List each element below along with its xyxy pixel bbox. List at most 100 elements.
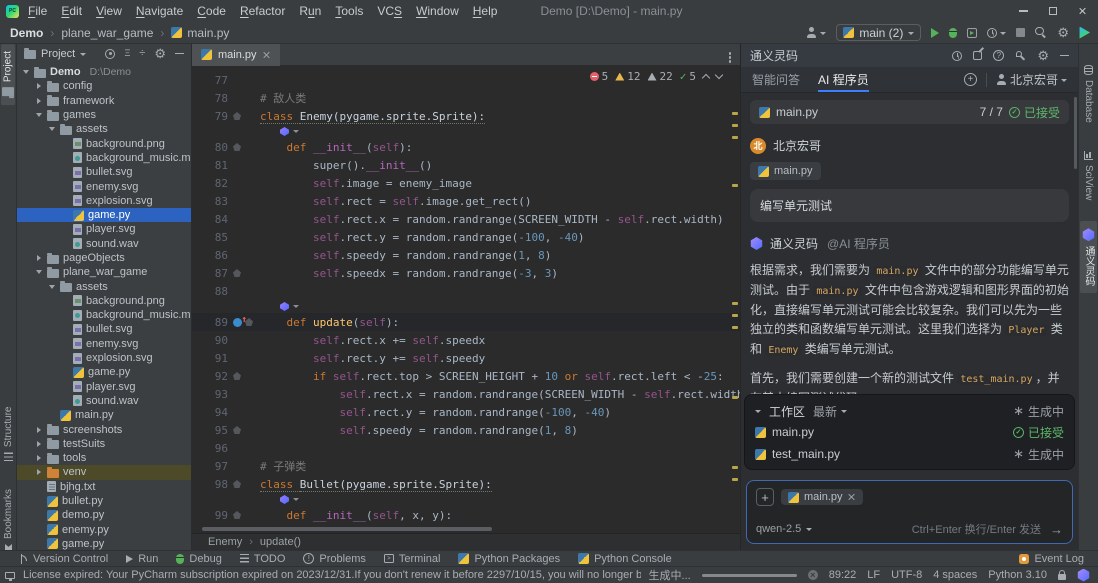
tree-item-bullet-py[interactable]: bullet.py	[17, 494, 191, 508]
stripe-tab-database[interactable]: Database	[1082, 58, 1095, 130]
help-button[interactable]	[993, 50, 1004, 61]
tongyi-status-icon[interactable]	[1077, 569, 1090, 582]
inspections-widget[interactable]: 5 12 22 5	[590, 70, 722, 83]
tree-item-assets[interactable]: assets	[17, 279, 191, 293]
code-line-79[interactable]: 79class Enemy(pygame.sprite.Sprite):	[192, 107, 740, 125]
workspace-file-main-py[interactable]: main.py已接受	[755, 421, 1064, 443]
debug-button[interactable]	[949, 28, 957, 38]
tree-item-testsuits[interactable]: testSuits	[17, 437, 191, 451]
menu-item-navigate[interactable]: Navigate	[129, 4, 190, 18]
fold-marker-icon[interactable]	[233, 511, 241, 519]
chevron-right-icon[interactable]	[34, 427, 43, 433]
encoding[interactable]: UTF-8	[891, 569, 922, 581]
toolwindow-terminal[interactable]: Terminal	[375, 553, 450, 565]
locate-file-button[interactable]	[105, 49, 115, 59]
editor-breadcrumb-item[interactable]: Enemy	[208, 536, 242, 548]
tree-item-sound-wav[interactable]: sound.wav	[17, 394, 191, 408]
menu-item-run[interactable]: Run	[292, 4, 328, 18]
code-line-83[interactable]: 83 self.rect = self.image.get_rect()	[192, 192, 740, 210]
chevron-down-icon[interactable]	[34, 113, 43, 117]
caret-position[interactable]: 89:22	[829, 569, 857, 581]
tab--[interactable]: 智能问答	[752, 67, 800, 92]
code-line-97[interactable]: 97# 子弹类	[192, 457, 740, 475]
chevron-down-icon[interactable]	[34, 270, 43, 274]
prev-problem-button[interactable]	[702, 74, 710, 82]
license-message[interactable]: License expired: Your PyCharm subscripti…	[23, 569, 641, 581]
ai-codelens[interactable]	[192, 493, 740, 506]
fold-marker-icon[interactable]	[233, 426, 241, 434]
chevron-down-icon[interactable]	[47, 285, 56, 289]
code-line-86[interactable]: 86 self.speedy = random.randrange(1, 8)	[192, 246, 740, 264]
run-config-select[interactable]: main (2)	[836, 24, 921, 41]
tongyi-toolbar-button[interactable]	[1079, 27, 1090, 39]
breadcrumb-item-plane-war-game[interactable]: plane_war_game	[61, 26, 153, 40]
tree-item-bjhg-txt[interactable]: bjhg.txt	[17, 480, 191, 494]
code-line-88[interactable]: 88	[192, 282, 740, 300]
code-line-98[interactable]: 98class Bullet(pygame.sprite.Sprite):	[192, 475, 740, 493]
ai-codelens[interactable]	[192, 300, 740, 313]
model-select[interactable]: qwen-2.5	[756, 523, 812, 535]
code-line-85[interactable]: 85 self.rect.y = random.randrange(-100, …	[192, 228, 740, 246]
stripe-tab--[interactable]: 通义灵码	[1080, 221, 1097, 293]
code-line-84[interactable]: 84 self.rect.x = random.randrange(SCREEN…	[192, 210, 740, 228]
tree-item-enemy-svg[interactable]: enemy.svg	[17, 337, 191, 351]
tree-item-games[interactable]: games	[17, 108, 191, 122]
tree-item-background-music-mp3[interactable]: background_music.mp3	[17, 308, 191, 322]
code-line-93[interactable]: 93 self.rect.x = random.randrange(SCREEN…	[192, 385, 740, 403]
fold-marker-icon[interactable]	[233, 143, 241, 151]
toolwindow-version-control[interactable]: Version Control	[10, 553, 117, 565]
chat-input[interactable]: + main.py qwen-2.5 Ctrl+Enter 换行/Enter 发…	[746, 480, 1073, 544]
tree-item-background-music-mp3[interactable]: background_music.mp3	[17, 151, 191, 165]
code-line-95[interactable]: 95 self.speedy = random.randrange(1, 8)	[192, 421, 740, 439]
menu-item-file[interactable]: File	[21, 4, 54, 18]
tree-item-config[interactable]: config	[17, 79, 191, 93]
menu-item-vcs[interactable]: VCS	[370, 4, 409, 18]
vertical-scrollbar[interactable]	[1074, 97, 1077, 169]
tree-item-player-svg[interactable]: player.svg	[17, 222, 191, 236]
tree-item-demo[interactable]: DemoD:\Demo	[17, 65, 191, 79]
tree-item-background-png[interactable]: background.png	[17, 294, 191, 308]
workspace-filter[interactable]: 最新	[813, 403, 847, 420]
tree-item-venv[interactable]: venv	[17, 465, 191, 479]
tree-item-pageobjects[interactable]: pageObjects	[17, 251, 191, 265]
profiler-button[interactable]	[987, 28, 1006, 38]
cancel-task-button[interactable]	[808, 570, 818, 580]
event-log-button[interactable]: Event Log	[1019, 553, 1088, 565]
project-panel-title[interactable]: Project	[41, 48, 75, 60]
close-button[interactable]	[1068, 0, 1098, 22]
menu-item-refactor[interactable]: Refactor	[233, 4, 292, 18]
tree-item-game-py[interactable]: game.py	[17, 537, 191, 550]
tree-item-framework[interactable]: framework	[17, 94, 191, 108]
horizontal-scrollbar[interactable]	[202, 527, 492, 531]
tree-item-plane-war-game[interactable]: plane_war_game	[17, 265, 191, 279]
breadcrumb-item-main-py[interactable]: main.py	[171, 26, 229, 40]
chat-area[interactable]: main.py7 / 7已接受北北京宏哥main.py编写单元测试通义灵码@AI…	[741, 93, 1078, 408]
menu-item-tools[interactable]: Tools	[328, 4, 370, 18]
chevron-right-icon[interactable]	[34, 469, 43, 475]
history-button[interactable]	[952, 51, 962, 61]
tree-item-bullet-svg[interactable]: bullet.svg	[17, 322, 191, 336]
code-editor[interactable]: 7778# 敌人类79class Enemy(pygame.sprite.Spr…	[192, 66, 740, 533]
chevron-down-icon[interactable]	[47, 127, 56, 131]
chevron-down-icon[interactable]	[21, 70, 30, 74]
coverage-button[interactable]	[967, 28, 977, 38]
fold-marker-icon[interactable]	[233, 269, 241, 277]
menu-item-help[interactable]: Help	[466, 4, 505, 18]
stop-button[interactable]	[1016, 28, 1025, 37]
chevron-down-icon[interactable]	[80, 53, 86, 56]
line-ending[interactable]: LF	[867, 569, 880, 581]
chevron-down-icon[interactable]	[755, 410, 761, 413]
chevron-right-icon[interactable]	[34, 455, 43, 461]
toolwindow-run[interactable]: Run	[117, 553, 167, 565]
assistant-user-menu[interactable]: 北京宏哥	[996, 71, 1067, 88]
code-line-99[interactable]: 99 def __init__(self, x, y):	[192, 506, 740, 524]
code-line-87[interactable]: 87 self.speedx = random.randrange(-3, 3)	[192, 264, 740, 282]
tree-item-game-py[interactable]: game.py	[17, 365, 191, 379]
lock-icon[interactable]	[1058, 574, 1066, 580]
tree-item-enemy-svg[interactable]: enemy.svg	[17, 179, 191, 193]
minimize-button[interactable]	[1008, 0, 1038, 22]
workspace-file-test-main-py[interactable]: test_main.py生成中	[755, 443, 1064, 465]
tree-item-enemy-py[interactable]: enemy.py	[17, 523, 191, 537]
collapse-all-button[interactable]	[139, 48, 145, 59]
fold-marker-icon[interactable]	[233, 480, 241, 488]
